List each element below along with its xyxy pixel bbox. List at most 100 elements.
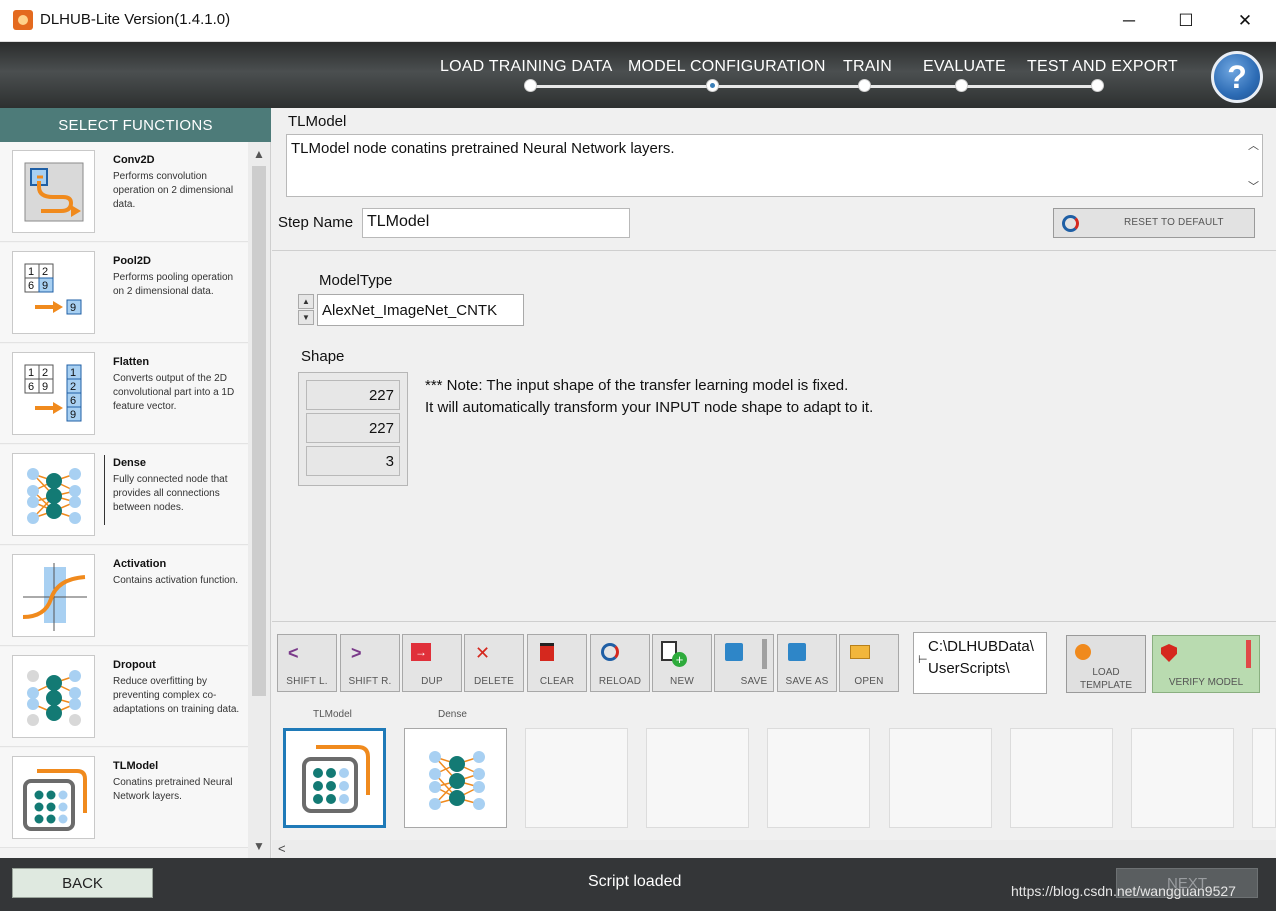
reset-to-default-button[interactable]: RESET TO DEFAULT xyxy=(1053,208,1255,238)
note-line: *** Note: The input shape of the transfe… xyxy=(425,377,849,394)
verify-model-button[interactable]: VERIFY MODEL xyxy=(1152,635,1260,693)
clear-button[interactable]: CLEAR xyxy=(527,634,587,692)
sequence-slot-empty[interactable] xyxy=(767,728,870,828)
back-button[interactable]: BACK xyxy=(12,868,153,898)
flatten-output-text: 9 xyxy=(70,409,76,421)
help-button[interactable]: ? xyxy=(1211,51,1263,103)
step-dot[interactable] xyxy=(858,79,871,92)
function-name: Pool2D xyxy=(113,255,151,267)
function-description: Contains activation function. xyxy=(113,575,239,586)
dup-button[interactable]: → DUP xyxy=(402,634,462,692)
sequence-slot-empty[interactable] xyxy=(525,728,628,828)
sequence-slot-empty[interactable] xyxy=(646,728,749,828)
function-item-tlmodel[interactable]: TLModel Conatins pretrained Neural Netwo… xyxy=(0,748,248,848)
shift-left-button[interactable]: < SHIFT L. xyxy=(277,634,337,692)
function-description: Reduce overfitting by preventing complex… xyxy=(113,676,240,715)
sequence-slot-empty[interactable] xyxy=(889,728,992,828)
node-description-text: TLModel node conatins pretrained Neural … xyxy=(291,140,675,157)
close-button[interactable]: ✕ xyxy=(1216,0,1274,42)
sequence-slot-label: Dense xyxy=(438,709,467,720)
function-description: Performs convolution operation on 2 dime… xyxy=(113,171,234,210)
save-icon xyxy=(725,643,743,661)
function-item-pool2d[interactable]: 1 2 6 9 9 Pool2D Performs pooling operat… xyxy=(0,243,248,343)
tlmodel-icon xyxy=(302,745,370,813)
toolbar-button-label: SHIFT R. xyxy=(348,676,392,687)
function-item-flatten[interactable]: 1 2 6 9 1 2 6 9 Flatten Converts output … xyxy=(0,344,248,444)
description-scrollbar[interactable]: ︿ ﹀ xyxy=(1244,135,1262,196)
sidebar-scrollbar[interactable]: ▲ ▼ xyxy=(248,142,270,858)
text-cursor xyxy=(104,455,105,525)
function-item-dense[interactable]: Dense Fully connected node that provides… xyxy=(0,445,248,545)
duplicate-icon: → xyxy=(411,643,431,661)
trash-icon xyxy=(540,643,554,661)
activation-icon xyxy=(12,554,95,637)
stepper-down-icon[interactable]: ▼ xyxy=(298,310,314,325)
open-button[interactable]: OPEN xyxy=(839,634,899,692)
step-name-input[interactable]: TLModel xyxy=(362,208,630,238)
step-load-training-data[interactable]: LOAD TRAINING DATA xyxy=(440,58,613,76)
load-template-icon xyxy=(1075,644,1091,660)
pool2d-icon: 1 2 6 9 9 xyxy=(12,251,95,334)
minimize-button[interactable]: ─ xyxy=(1100,0,1158,42)
chevron-left-icon[interactable]: < xyxy=(278,841,286,856)
stepper-up-icon[interactable]: ▲ xyxy=(298,294,314,309)
sequence-slot-label: TLModel xyxy=(313,709,352,720)
maximize-button[interactable]: ☐ xyxy=(1157,0,1215,42)
flatten-cell-text: 6 xyxy=(28,381,34,393)
shape-value-field[interactable]: 227 xyxy=(306,413,400,443)
model-type-select[interactable]: AlexNet_ImageNet_CNTK xyxy=(317,294,524,326)
reset-icon xyxy=(1062,215,1079,232)
step-test-and-export[interactable]: TEST AND EXPORT xyxy=(1027,58,1178,76)
save-as-button[interactable]: SAVE AS xyxy=(777,634,837,692)
sequence-slot-empty[interactable] xyxy=(1010,728,1113,828)
load-template-button[interactable]: LOAD TEMPLATE xyxy=(1066,635,1146,693)
sequence-slot-tlmodel[interactable] xyxy=(283,728,386,828)
scroll-down-icon[interactable]: ▼ xyxy=(248,836,270,856)
sequence-slot-empty[interactable] xyxy=(1252,728,1276,828)
new-button[interactable]: + NEW xyxy=(652,634,712,692)
step-dot-active[interactable] xyxy=(706,79,719,92)
step-model-configuration[interactable]: MODEL CONFIGURATION xyxy=(628,58,826,76)
shape-value-field[interactable]: 3 xyxy=(306,446,400,476)
scrollbar-thumb[interactable] xyxy=(252,166,266,696)
function-name: Dropout xyxy=(113,659,156,671)
function-sidebar: SELECT FUNCTIONS Conv2D Performs convolu… xyxy=(0,108,271,858)
tlmodel-icon xyxy=(12,756,95,839)
sequence-slot-empty[interactable] xyxy=(1131,728,1234,828)
status-text: Script loaded xyxy=(588,873,682,890)
sequence-slot-dense[interactable] xyxy=(404,728,507,828)
flatten-cell-text: 9 xyxy=(42,381,48,393)
scroll-up-icon[interactable]: ▲ xyxy=(248,144,270,164)
flatten-output-text: 6 xyxy=(70,395,76,407)
step-dot[interactable] xyxy=(524,79,537,92)
toolbar-button-label: DELETE xyxy=(473,676,515,687)
reload-button[interactable]: RELOAD xyxy=(590,634,650,692)
load-template-line: LOAD xyxy=(1092,667,1120,678)
toolbar-button-label: DUP xyxy=(421,676,443,687)
dropout-icon xyxy=(12,655,95,738)
step-dot[interactable] xyxy=(1091,79,1104,92)
shift-right-button[interactable]: > SHIFT R. xyxy=(340,634,400,692)
save-button[interactable]: SAVE xyxy=(714,634,774,692)
sequence-scrollbar[interactable]: < xyxy=(272,840,1276,858)
function-item-dropout[interactable]: Dropout Reduce overfitting by preventing… xyxy=(0,647,248,747)
step-evaluate[interactable]: EVALUATE xyxy=(923,58,1006,76)
script-path-field[interactable]: ⊢ C:\DLHUBData\ UserScripts\ xyxy=(913,632,1047,694)
model-type-stepper[interactable]: ▲ ▼ xyxy=(298,294,314,326)
chevron-down-icon[interactable]: ﹀ xyxy=(1248,178,1259,194)
script-path-line: UserScripts\ xyxy=(928,660,1010,677)
function-name: Activation xyxy=(113,558,167,570)
toolbar-button-label: SAVE xyxy=(740,676,768,687)
step-dot[interactable] xyxy=(955,79,968,92)
step-train[interactable]: TRAIN xyxy=(843,58,892,76)
shape-value-field[interactable]: 227 xyxy=(306,380,400,410)
delete-button[interactable]: ✕ DELETE xyxy=(464,634,524,692)
function-item-activation[interactable]: Activation Contains activation function. xyxy=(0,546,248,646)
node-description-box[interactable]: TLModel node conatins pretrained Neural … xyxy=(286,134,1263,197)
toolbar-button-label: CLEAR xyxy=(539,676,575,687)
watermark-text: https://blog.csdn.net/wangguan9527 xyxy=(1011,883,1236,899)
model-toolbar: < SHIFT L. > SHIFT R. → DUP ✕ DELETE CLE… xyxy=(272,621,1276,701)
function-item-conv2d[interactable]: Conv2D Performs convolution operation on… xyxy=(0,142,248,242)
chevron-up-icon[interactable]: ︿ xyxy=(1248,137,1259,153)
script-path-line: C:\DLHUBData\ xyxy=(928,638,1034,655)
